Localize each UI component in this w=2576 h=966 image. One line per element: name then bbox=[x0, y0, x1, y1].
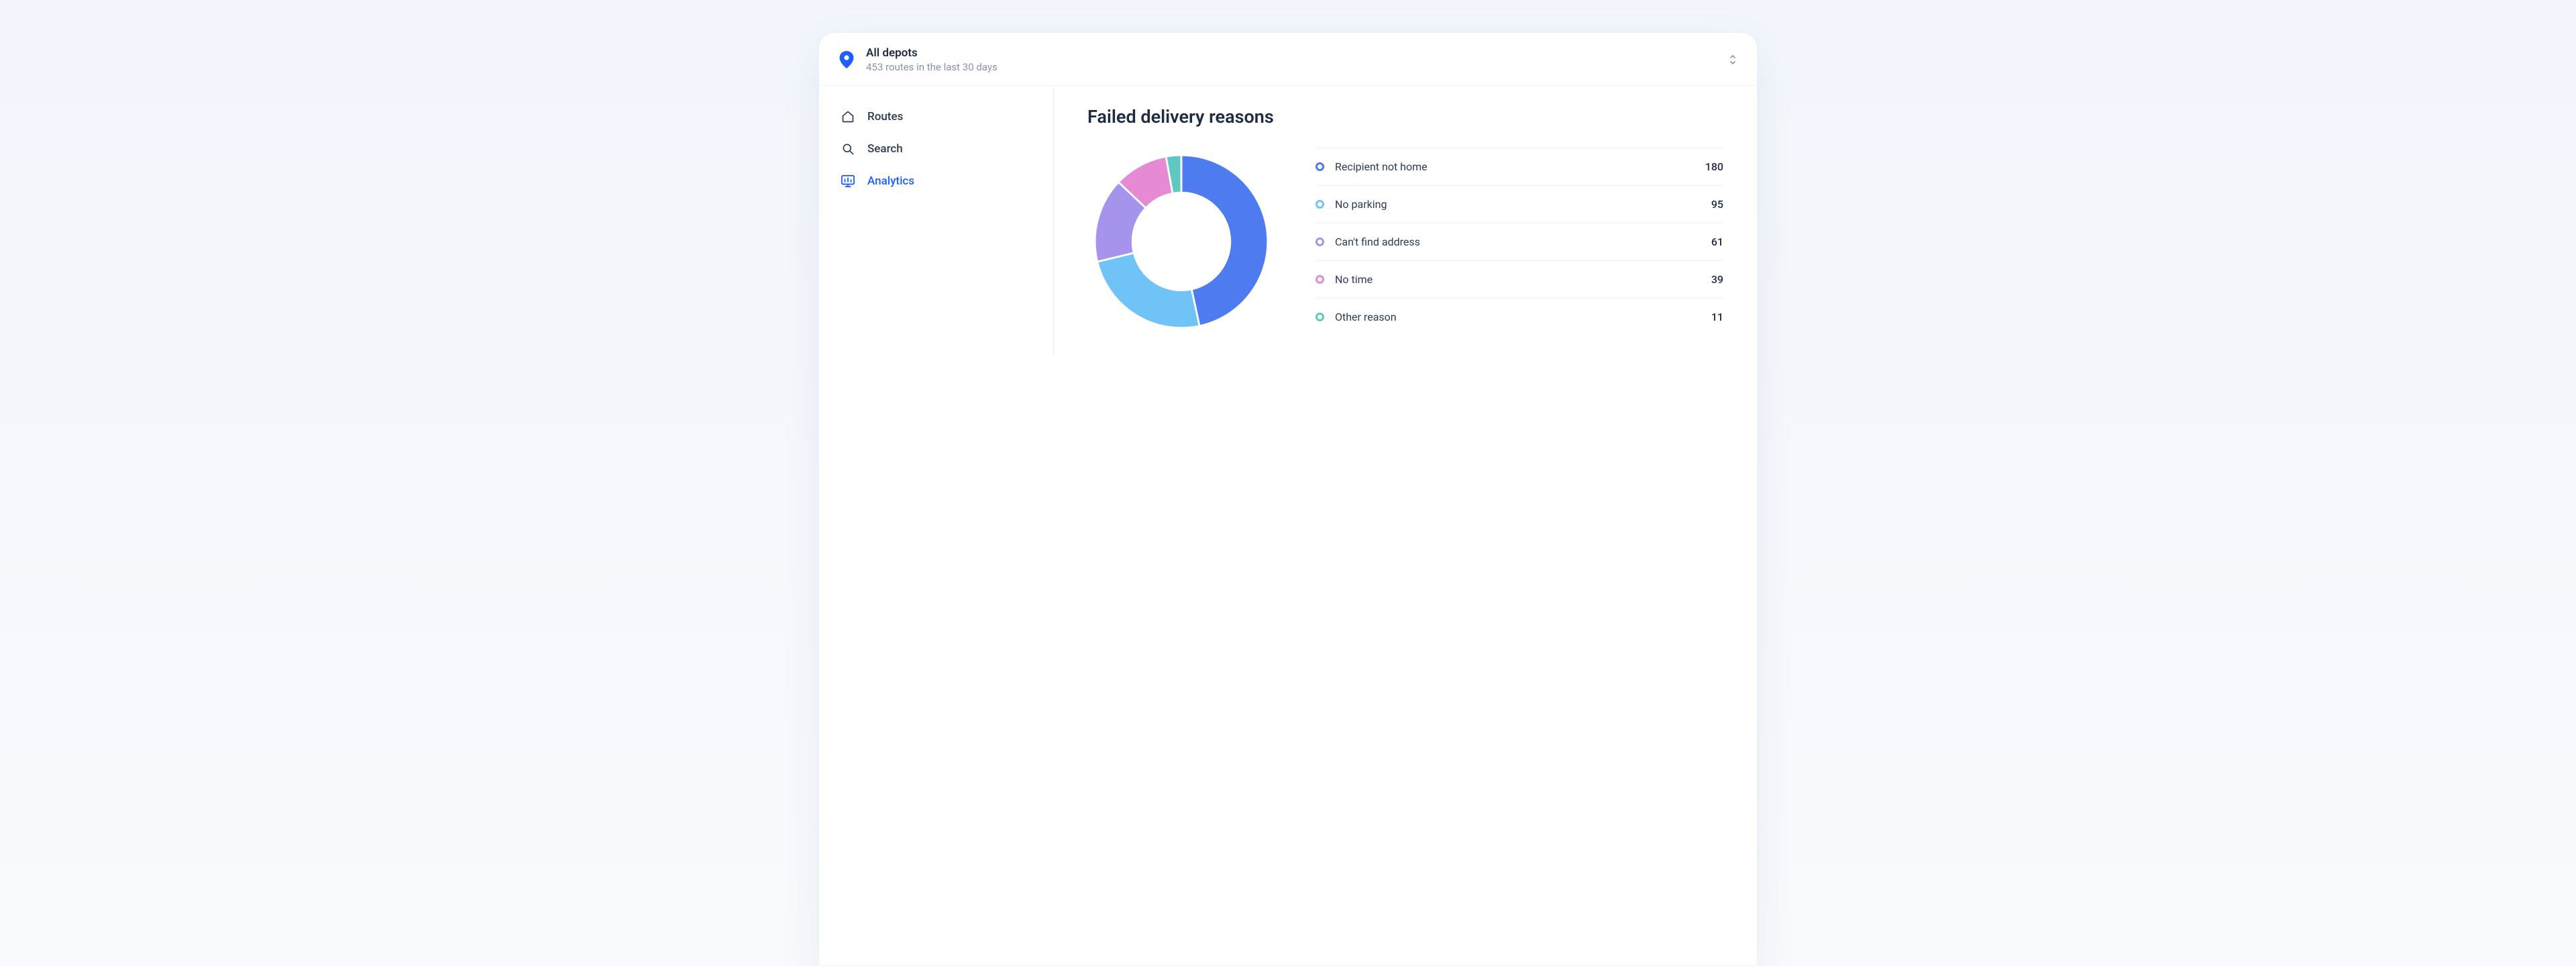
legend-value: 39 bbox=[1711, 273, 1723, 286]
main: Failed delivery reasons Recipient not ho… bbox=[1054, 86, 1757, 356]
depot-subtitle: 453 routes in the last 30 days bbox=[866, 61, 1702, 73]
legend-marker-icon bbox=[1316, 200, 1324, 209]
legend-row: No parking 95 bbox=[1316, 185, 1723, 223]
legend-label: No time bbox=[1335, 273, 1373, 286]
legend-label: Other reason bbox=[1335, 311, 1397, 323]
body: Routes Search bbox=[819, 86, 1757, 356]
legend-left: No time bbox=[1316, 273, 1373, 286]
legend-value: 180 bbox=[1705, 160, 1723, 173]
sidebar-item-label: Search bbox=[867, 142, 903, 156]
legend-row: Can't find address 61 bbox=[1316, 223, 1723, 260]
legend-row: Other reason 11 bbox=[1316, 298, 1723, 335]
home-icon bbox=[841, 110, 855, 123]
sidebar-item-routes[interactable]: Routes bbox=[834, 102, 1038, 131]
legend-label: No parking bbox=[1335, 198, 1387, 211]
legend-marker-icon bbox=[1316, 275, 1324, 284]
location-pin-icon bbox=[839, 51, 854, 68]
legend-marker-icon bbox=[1316, 162, 1324, 171]
section-title: Failed delivery reasons bbox=[1087, 106, 1723, 127]
sidebar-item-label: Routes bbox=[867, 110, 903, 123]
legend-marker-icon bbox=[1316, 313, 1324, 321]
search-icon bbox=[841, 142, 855, 156]
legend-marker-icon bbox=[1316, 237, 1324, 246]
sidebar-item-search[interactable]: Search bbox=[834, 134, 1038, 164]
legend-table: Recipient not home 180 No parking 95 Can't f… bbox=[1316, 148, 1723, 335]
analytics-icon bbox=[841, 174, 855, 188]
donut-slice bbox=[1097, 253, 1199, 328]
legend-row: Recipient not home 180 bbox=[1316, 148, 1723, 185]
depot-title: All depots bbox=[866, 46, 1702, 60]
donut-chart bbox=[1087, 148, 1275, 335]
selector-caret-icon[interactable] bbox=[1729, 54, 1737, 66]
legend-left: No parking bbox=[1316, 198, 1387, 211]
legend-value: 11 bbox=[1711, 311, 1723, 323]
depot-selector[interactable]: All depots 453 routes in the last 30 day… bbox=[866, 46, 1702, 73]
legend-label: Recipient not home bbox=[1335, 160, 1428, 173]
header: All depots 453 routes in the last 30 day… bbox=[819, 33, 1757, 86]
sidebar-item-label: Analytics bbox=[867, 174, 914, 188]
app-card: All depots 453 routes in the last 30 day… bbox=[818, 32, 1758, 966]
legend-value: 61 bbox=[1711, 235, 1723, 248]
sidebar-item-analytics[interactable]: Analytics bbox=[834, 166, 1038, 196]
sidebar: Routes Search bbox=[819, 86, 1054, 356]
legend-value: 95 bbox=[1711, 198, 1723, 211]
legend-left: Can't find address bbox=[1316, 235, 1420, 248]
legend-left: Other reason bbox=[1316, 311, 1397, 323]
legend-row: No time 39 bbox=[1316, 260, 1723, 298]
legend-left: Recipient not home bbox=[1316, 160, 1428, 173]
chart-row: Recipient not home 180 No parking 95 Can't f… bbox=[1087, 148, 1723, 335]
legend-label: Can't find address bbox=[1335, 235, 1420, 248]
